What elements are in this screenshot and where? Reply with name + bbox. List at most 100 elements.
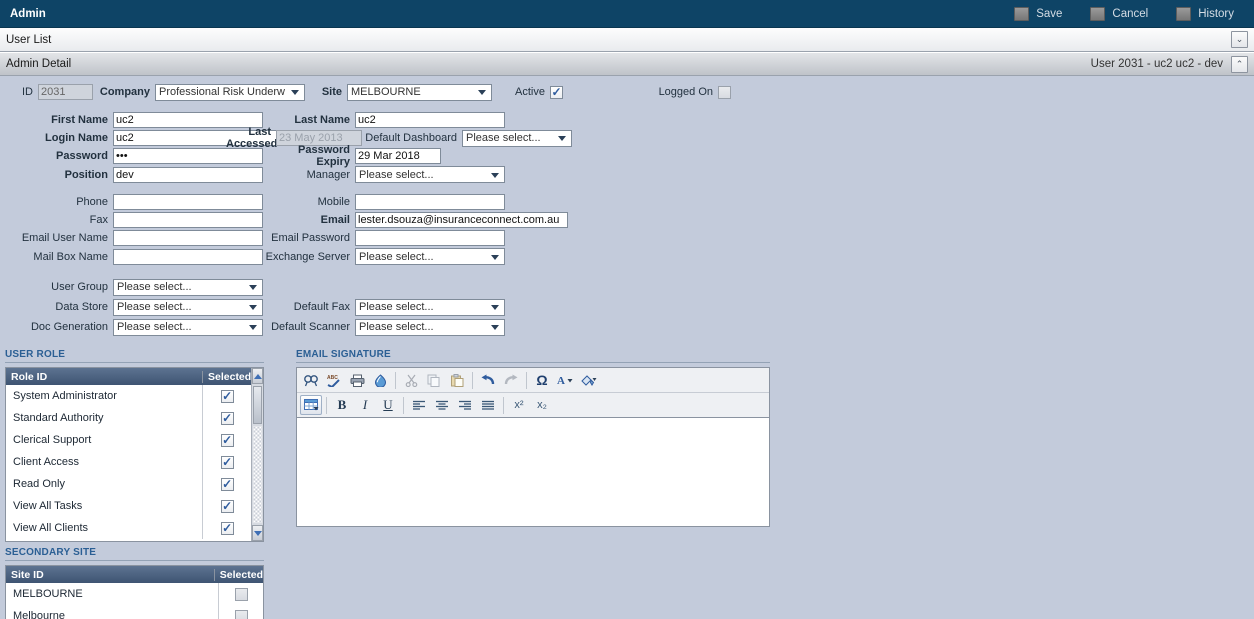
table-row[interactable]: Melbourne bbox=[6, 605, 263, 619]
table-row[interactable]: Client Access bbox=[6, 451, 251, 473]
email-field[interactable]: lester.dsouza@insuranceconnect.com.au bbox=[355, 212, 568, 228]
save-button-label: Save bbox=[1036, 7, 1063, 20]
role-selected-cell bbox=[202, 495, 251, 517]
email-user-name-field[interactable] bbox=[113, 230, 263, 246]
scroll-up-button[interactable] bbox=[252, 368, 263, 384]
editor-toolbar-row-2: B I U x² x₂ bbox=[297, 392, 769, 417]
scrollbar-thumb[interactable] bbox=[253, 386, 262, 424]
data-store-select[interactable]: Please select... bbox=[113, 298, 263, 316]
spellcheck-icon[interactable]: ABC bbox=[323, 370, 345, 390]
align-center-icon[interactable] bbox=[431, 395, 453, 415]
panel-header-admin-detail[interactable]: Admin Detail User 2031 - uc2 uc2 - dev ⌃ bbox=[0, 52, 1254, 76]
underline-icon[interactable]: U bbox=[377, 395, 399, 415]
default-fax-value: Please select... bbox=[359, 301, 434, 313]
table-row[interactable]: View All Clients bbox=[6, 517, 251, 539]
print-icon[interactable] bbox=[346, 370, 368, 390]
history-button[interactable]: History bbox=[1162, 0, 1248, 28]
cancel-button[interactable]: Cancel bbox=[1076, 0, 1162, 28]
find-icon[interactable] bbox=[300, 370, 322, 390]
table-row[interactable]: Standard Authority bbox=[6, 407, 251, 429]
role-checkbox[interactable] bbox=[220, 499, 234, 513]
default-fax-select[interactable]: Please select... bbox=[355, 298, 505, 316]
last-name-field[interactable]: uc2 bbox=[355, 112, 505, 128]
special-character-icon[interactable]: Ω bbox=[531, 370, 553, 390]
panel-header-user-list[interactable]: User List ⌄ bbox=[0, 28, 1254, 52]
italic-icon[interactable]: I bbox=[354, 395, 376, 415]
history-icon bbox=[1176, 6, 1192, 21]
mail-box-name-field[interactable] bbox=[113, 248, 263, 265]
site-select[interactable]: MELBOURNE bbox=[347, 83, 492, 101]
site-checkbox[interactable] bbox=[234, 609, 248, 619]
scroll-down-button[interactable] bbox=[252, 525, 263, 541]
role-checkbox[interactable] bbox=[220, 411, 234, 425]
active-checkbox[interactable] bbox=[550, 85, 563, 99]
logged-on-checkbox[interactable] bbox=[718, 85, 731, 99]
role-checkbox[interactable] bbox=[220, 433, 234, 447]
justify-icon[interactable] bbox=[477, 395, 499, 415]
role-checkbox[interactable] bbox=[220, 455, 234, 469]
default-fax-label: Default Fax bbox=[293, 301, 350, 313]
scrollbar-track[interactable] bbox=[253, 426, 262, 523]
secondary-site-column-selected: Selected bbox=[213, 568, 263, 581]
doc-generation-select[interactable]: Please select... bbox=[113, 318, 263, 336]
highlight-color-icon[interactable] bbox=[577, 370, 599, 390]
insert-table-icon[interactable] bbox=[300, 395, 322, 415]
history-button-label: History bbox=[1198, 7, 1234, 20]
manager-select[interactable]: Please select... bbox=[355, 166, 505, 183]
cut-icon[interactable] bbox=[400, 370, 422, 390]
table-row[interactable]: Read Only bbox=[6, 473, 251, 495]
chevron-down-icon bbox=[491, 172, 499, 178]
exchange-server-select[interactable]: Please select... bbox=[355, 248, 505, 265]
table-row[interactable]: Clerical Support bbox=[6, 429, 251, 451]
user-role-scrollbar[interactable] bbox=[251, 368, 263, 541]
chevron-down-icon bbox=[491, 305, 499, 310]
password-field[interactable]: ••• bbox=[113, 148, 263, 164]
font-color-icon[interactable]: A bbox=[554, 370, 576, 390]
role-name: Clerical Support bbox=[13, 434, 92, 446]
company-label: Company bbox=[99, 86, 150, 98]
form-row-identity: ID 2031 Company Professional Risk Underw… bbox=[0, 82, 1254, 102]
default-dashboard-select[interactable]: Please select... bbox=[462, 129, 572, 147]
doc-generation-value: Please select... bbox=[117, 321, 192, 333]
role-checkbox[interactable] bbox=[220, 477, 234, 491]
user-group-select[interactable]: Please select... bbox=[113, 278, 263, 296]
phone-field[interactable] bbox=[113, 194, 263, 210]
position-field[interactable]: dev bbox=[113, 166, 263, 183]
chevron-up-icon[interactable]: ⌃ bbox=[1231, 55, 1248, 73]
copy-icon[interactable] bbox=[423, 370, 445, 390]
superscript-icon[interactable]: x² bbox=[508, 395, 530, 415]
table-row[interactable]: MELBOURNE bbox=[6, 583, 263, 605]
role-name: View All Clients bbox=[13, 522, 88, 534]
site-checkbox[interactable] bbox=[234, 587, 248, 601]
chevron-down-icon[interactable]: ⌄ bbox=[1231, 31, 1248, 48]
email-password-field[interactable] bbox=[355, 230, 505, 246]
password-expiry-field[interactable]: 29 Mar 2018 bbox=[355, 148, 441, 164]
mobile-field[interactable] bbox=[355, 194, 505, 210]
preview-icon[interactable] bbox=[369, 370, 391, 390]
chevron-down-icon bbox=[478, 90, 486, 95]
secondary-site-rows: MELBOURNE Melbourne bbox=[6, 583, 263, 619]
role-checkbox[interactable] bbox=[220, 521, 234, 535]
align-left-icon[interactable] bbox=[408, 395, 430, 415]
chevron-down-icon bbox=[491, 254, 499, 260]
default-scanner-select[interactable]: Please select... bbox=[355, 318, 505, 336]
table-row[interactable]: View All Tasks bbox=[6, 495, 251, 517]
save-button[interactable]: Save bbox=[1000, 0, 1076, 28]
company-select[interactable]: Professional Risk Underw bbox=[155, 83, 305, 101]
fax-field[interactable] bbox=[113, 212, 263, 228]
email-signature-textarea[interactable] bbox=[297, 417, 769, 526]
redo-icon[interactable] bbox=[500, 370, 522, 390]
table-row[interactable]: System Administrator bbox=[6, 385, 251, 407]
toolbar-divider bbox=[326, 396, 327, 414]
svg-text:ABC: ABC bbox=[327, 375, 338, 381]
form-row-data-store-default-fax: Data Store Please select... Default Fax … bbox=[0, 297, 1254, 317]
paste-icon[interactable] bbox=[446, 370, 468, 390]
logged-on-label: Logged On bbox=[658, 86, 713, 98]
subscript-icon[interactable]: x₂ bbox=[531, 395, 553, 415]
bold-icon[interactable]: B bbox=[331, 395, 353, 415]
chevron-down-icon bbox=[558, 136, 566, 141]
align-right-icon[interactable] bbox=[454, 395, 476, 415]
undo-icon[interactable] bbox=[477, 370, 499, 390]
role-checkbox[interactable] bbox=[220, 389, 234, 403]
fax-label: Fax bbox=[89, 214, 108, 226]
